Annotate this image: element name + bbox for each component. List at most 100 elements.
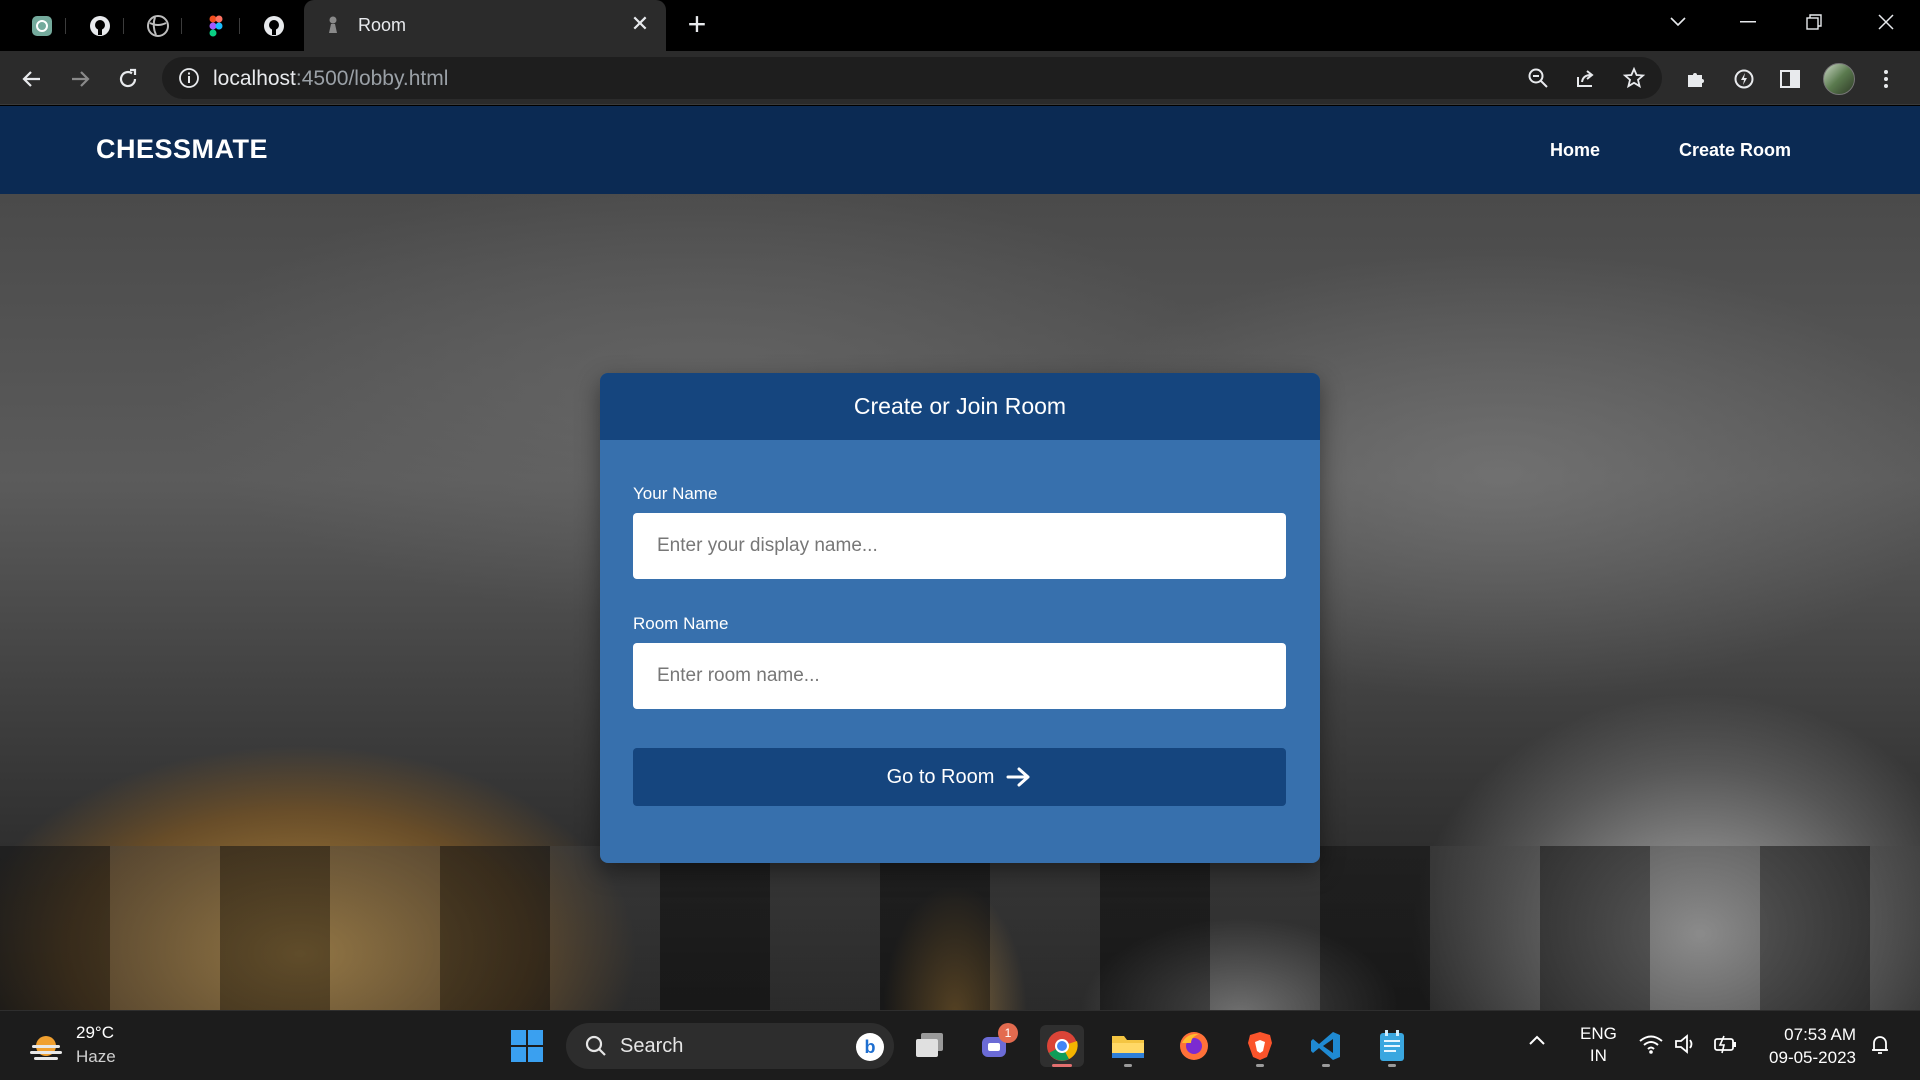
vscode-running-indicator xyxy=(1322,1064,1330,1067)
windows-taskbar: 29°C Haze Search b 1 ENG IN 07:53 AM 09-… xyxy=(0,1010,1920,1080)
vscode-button[interactable] xyxy=(1304,1025,1348,1067)
clock-date: 09-05-2023 xyxy=(1769,1048,1856,1067)
arrow-left-icon xyxy=(22,71,40,87)
forward-button[interactable] xyxy=(64,63,96,95)
side-panel-icon xyxy=(1780,70,1800,88)
language-code: ENG xyxy=(1580,1024,1617,1043)
active-tab[interactable]: Room ✕ xyxy=(304,0,666,51)
close-window-button[interactable] xyxy=(1862,0,1910,44)
restore-button[interactable] xyxy=(1790,0,1838,44)
brand-logo[interactable]: CHESSMATE xyxy=(96,134,268,165)
reload-button[interactable] xyxy=(112,63,144,95)
bing-icon[interactable]: b xyxy=(856,1033,884,1061)
chrome-icon xyxy=(1047,1031,1078,1061)
nav-home-link[interactable]: Home xyxy=(1550,140,1600,161)
new-tab-button[interactable]: + xyxy=(682,8,712,40)
url-text: localhost:4500/lobby.html xyxy=(213,67,449,90)
firefox-icon xyxy=(1180,1032,1208,1060)
task-view-icon xyxy=(916,1033,943,1057)
arrow-right-icon xyxy=(1006,767,1030,787)
github-icon xyxy=(90,16,110,36)
tab-search-chevron-icon[interactable] xyxy=(1654,0,1702,44)
display-name-input[interactable] xyxy=(633,513,1286,579)
chrome-active-indicator xyxy=(1052,1064,1072,1067)
performance-button[interactable] xyxy=(1728,63,1760,95)
globe-icon xyxy=(147,15,169,37)
network-status[interactable] xyxy=(1638,1033,1664,1060)
folder-icon xyxy=(1112,1036,1144,1058)
brave-icon xyxy=(1248,1032,1272,1060)
speaker-icon xyxy=(1675,1034,1693,1054)
pinned-tab-chatgpt[interactable] xyxy=(18,8,66,44)
side-panel-button[interactable] xyxy=(1774,63,1806,95)
figma-icon xyxy=(209,15,223,37)
name-label: Your Name xyxy=(633,484,718,503)
tab-title: Room xyxy=(358,15,407,35)
chatgpt-icon xyxy=(32,16,52,36)
system-clock[interactable]: 07:53 AM 09-05-2023 xyxy=(1760,1023,1856,1069)
wifi-icon xyxy=(1639,1035,1663,1054)
task-view-button[interactable] xyxy=(908,1025,952,1067)
clock-time: 07:53 AM xyxy=(1784,1025,1856,1044)
file-explorer-button[interactable] xyxy=(1106,1025,1150,1067)
form-title: Create or Join Room xyxy=(853,393,1067,419)
chessboard-background xyxy=(0,846,1920,1010)
room-name-label: Room Name xyxy=(633,614,729,633)
minimize-button[interactable] xyxy=(1724,0,1772,44)
arrow-right-icon xyxy=(72,71,90,87)
explorer-running-indicator xyxy=(1124,1064,1132,1067)
extensions-button[interactable] xyxy=(1680,63,1712,95)
room-name-input[interactable] xyxy=(633,643,1286,709)
zoom-icon[interactable] xyxy=(1526,66,1550,90)
language-indicator[interactable]: ENG IN xyxy=(1580,1023,1617,1067)
tab-strip: Room ✕ + xyxy=(0,0,1920,51)
notification-center-button[interactable] xyxy=(1868,1033,1892,1062)
puzzle-icon xyxy=(1688,73,1704,87)
weather-condition: Haze xyxy=(76,1047,116,1066)
notepad-running-indicator xyxy=(1388,1064,1396,1067)
go-to-room-label: Go to Room xyxy=(886,765,995,788)
site-navbar: CHESSMATE Home Create Room xyxy=(0,106,1920,194)
taskbar-search[interactable]: Search b xyxy=(566,1023,894,1069)
windows-start-icon[interactable] xyxy=(510,1029,544,1063)
back-button[interactable] xyxy=(16,63,48,95)
nav-create-room-link[interactable]: Create Room xyxy=(1679,140,1791,161)
reload-icon xyxy=(119,68,137,88)
brave-button[interactable] xyxy=(1238,1025,1282,1067)
volume-control[interactable] xyxy=(1674,1033,1698,1060)
page-viewport: CHESSMATE Home Create Room Create or Joi… xyxy=(0,106,1920,1010)
teams-chat-button[interactable]: 1 xyxy=(974,1023,1018,1067)
pinned-tab-figma[interactable] xyxy=(192,8,240,44)
browser-menu-button[interactable] xyxy=(1870,63,1902,95)
search-label: Search xyxy=(620,1035,684,1057)
notepad-button[interactable] xyxy=(1370,1025,1414,1067)
battery-status[interactable] xyxy=(1712,1033,1738,1060)
pinned-tab-github[interactable] xyxy=(76,8,124,44)
search-icon xyxy=(585,1035,606,1056)
notepad-icon xyxy=(1380,1030,1404,1061)
haze-weather-icon[interactable] xyxy=(28,1033,64,1063)
room-form-card: Create or Join Room Your Name Room Name … xyxy=(600,373,1320,863)
chevron-up-icon xyxy=(1529,1035,1545,1045)
speed-icon xyxy=(1734,69,1754,89)
chess-pawn-icon xyxy=(329,16,337,33)
pinned-tab-globe[interactable] xyxy=(134,8,182,44)
address-bar[interactable]: localhost:4500/lobby.html xyxy=(162,57,1662,99)
kebab-menu-icon xyxy=(1884,70,1888,88)
bookmark-star-icon[interactable] xyxy=(1622,66,1646,90)
firefox-button[interactable] xyxy=(1172,1025,1216,1067)
close-tab-icon[interactable]: ✕ xyxy=(628,12,652,36)
pinned-tab-github-2[interactable] xyxy=(250,8,298,44)
chrome-taskbar-button[interactable] xyxy=(1040,1025,1084,1067)
battery-charging-icon xyxy=(1714,1035,1736,1054)
vscode-icon xyxy=(1311,1032,1340,1060)
notification-badge: 1 xyxy=(998,1023,1018,1043)
weather-temperature: 29°C xyxy=(76,1023,114,1042)
github-icon xyxy=(264,16,284,36)
show-hidden-icons-button[interactable] xyxy=(1528,1033,1546,1051)
site-info-icon[interactable] xyxy=(178,67,200,89)
region-code: IN xyxy=(1589,1046,1607,1065)
share-icon[interactable] xyxy=(1574,66,1598,90)
profile-avatar[interactable] xyxy=(1823,63,1855,95)
go-to-room-button[interactable]: Go to Room xyxy=(633,748,1286,806)
